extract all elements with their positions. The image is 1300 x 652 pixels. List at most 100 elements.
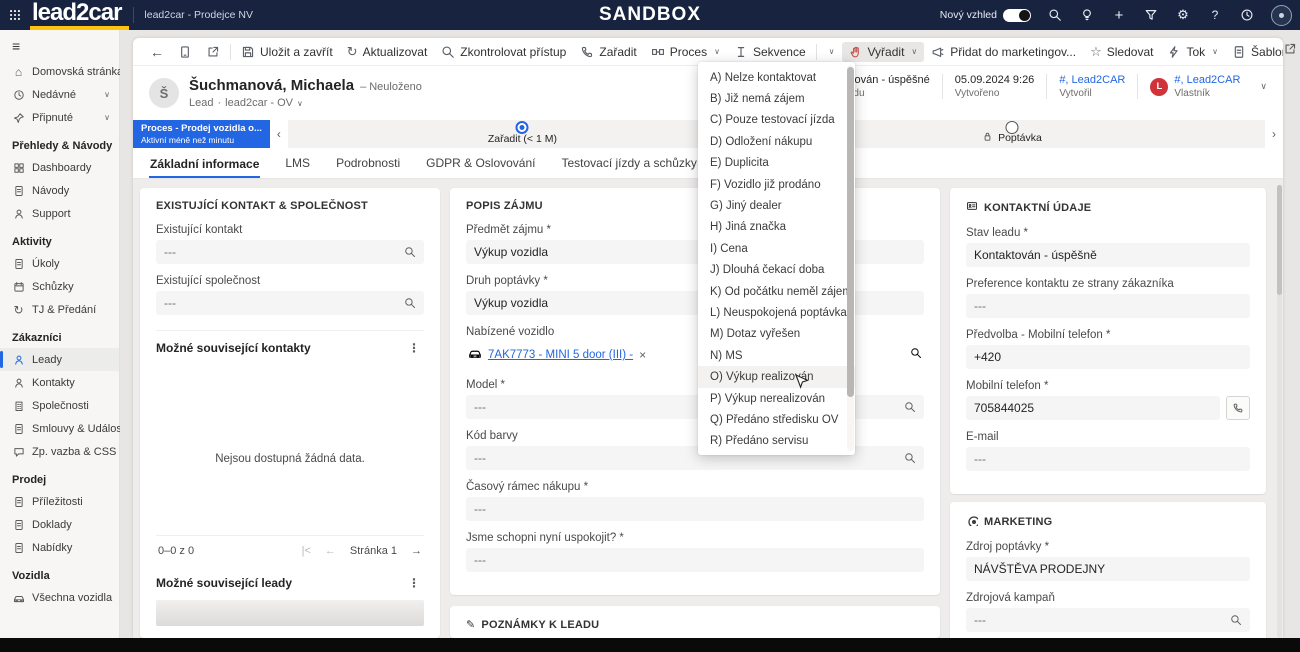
overflow-chevron-button[interactable]: ∨ bbox=[820, 44, 842, 59]
email-input[interactable]: --- bbox=[966, 447, 1250, 471]
add-to-marketing-button[interactable]: Přidat do marketingov... bbox=[924, 42, 1083, 62]
sidebar-item-contacts[interactable]: Kontakty bbox=[0, 371, 119, 394]
flow-menu-button[interactable]: Tok∨ bbox=[1160, 42, 1225, 62]
check-access-button[interactable]: Zkontrolovat přístup bbox=[434, 42, 573, 62]
first-page-icon[interactable]: |< bbox=[302, 545, 311, 557]
sidebar-item-all-vehicles[interactable]: Všechna vozidla bbox=[0, 586, 119, 609]
sidebar-item-feedback-css[interactable]: Zp. vazba & CSS bbox=[0, 440, 119, 463]
sidebar-item-home[interactable]: ⌂Domovská stránka bbox=[0, 60, 119, 83]
process-stage-active[interactable]: Zařadit (< 1 M) bbox=[288, 120, 757, 148]
save-and-close-button[interactable]: Uložit a zavřít bbox=[234, 42, 340, 62]
call-phone-icon[interactable] bbox=[1226, 396, 1250, 420]
chevron-down-icon[interactable]: ∨ bbox=[104, 90, 110, 99]
menu-item-duplicate[interactable]: E) Duplicita bbox=[698, 153, 855, 174]
open-in-new-window-button[interactable] bbox=[199, 42, 227, 62]
collapse-sidebar-icon[interactable]: ≡ bbox=[0, 30, 119, 60]
interest-subject-select[interactable]: Výkup vozidla bbox=[466, 240, 924, 264]
disqualify-menu-button[interactable]: Vyřadit∨ bbox=[842, 42, 925, 62]
sidebar-item-guides[interactable]: Návody bbox=[0, 179, 119, 202]
sidebar-item-leads[interactable]: Leady bbox=[0, 348, 119, 371]
menu-item-handed-to-ov[interactable]: Q) Předáno středisku OV bbox=[698, 409, 855, 430]
stage-scroll-right-icon[interactable]: › bbox=[1265, 120, 1283, 148]
model-lookup[interactable]: --- bbox=[466, 395, 924, 419]
lightbulb-icon[interactable] bbox=[1079, 7, 1095, 23]
tab-gdpr[interactable]: GDPR & Oslovování bbox=[425, 150, 536, 178]
form-selector-icon-button[interactable] bbox=[171, 42, 199, 62]
sidebar-item-meetings[interactable]: Schůzky bbox=[0, 275, 119, 298]
remove-vehicle-icon[interactable]: × bbox=[639, 348, 646, 362]
header-expand-chevron-icon[interactable]: ∨ bbox=[1252, 81, 1269, 92]
sidebar-item-dashboards[interactable]: Dashboardy bbox=[0, 156, 119, 179]
sidebar-item-contracts-events[interactable]: Smlouvy & Události bbox=[0, 417, 119, 440]
vehicle-record-link[interactable]: 7AK7773 - MINI 5 door (III) - bbox=[488, 349, 633, 361]
menu-item-test-drive-only[interactable]: C) Pouze testovací jízda bbox=[698, 110, 855, 131]
purchase-timeframe-select[interactable]: --- bbox=[466, 497, 924, 521]
word-templates-menu-button[interactable]: Šablony Wordu∨ bbox=[1225, 42, 1283, 62]
header-field-owner[interactable]: L #, Lead2CAR Vlastník bbox=[1137, 74, 1252, 99]
menu-item-long-wait[interactable]: J) Dlouhá čekací doba bbox=[698, 260, 855, 281]
lookup-search-icon[interactable] bbox=[404, 297, 416, 309]
lookup-search-icon[interactable] bbox=[904, 401, 916, 413]
tab-lms[interactable]: LMS bbox=[284, 150, 311, 178]
sidebar-item-tasks[interactable]: Úkoly bbox=[0, 252, 119, 275]
process-menu-button[interactable]: Proces∨ bbox=[644, 42, 727, 62]
lookup-search-icon[interactable] bbox=[904, 452, 916, 464]
tab-basic-info[interactable]: Základní informace bbox=[149, 151, 260, 179]
source-campaign-lookup[interactable]: --- bbox=[966, 608, 1250, 632]
header-field-created-by[interactable]: #, Lead2CAR Vytvořil bbox=[1046, 74, 1137, 99]
menu-item-unsatisfied-inquiry[interactable]: L) Neuspokojená poptávka bbox=[698, 302, 855, 323]
menu-item-vehicle-sold[interactable]: F) Vozidlo již prodáno bbox=[698, 174, 855, 195]
user-avatar[interactable] bbox=[1271, 5, 1292, 26]
menu-item-question-resolved[interactable]: M) Dotaz vyřešen bbox=[698, 324, 855, 345]
can-satisfy-select[interactable]: --- bbox=[466, 548, 924, 572]
sidebar-item-companies[interactable]: Společnosti bbox=[0, 394, 119, 417]
menu-item-handed-to-service[interactable]: R) Předáno servisu bbox=[698, 431, 855, 452]
menu-item-purchase-postponed[interactable]: D) Odložení nákupu bbox=[698, 131, 855, 152]
menu-item-ms[interactable]: N) MS bbox=[698, 345, 855, 366]
menu-item-cannot-contact[interactable]: A) Nelze kontaktovat bbox=[698, 67, 855, 88]
sidebar-item-quotes[interactable]: Nabídky bbox=[0, 536, 119, 559]
mobile-phone-input[interactable]: 705844025 bbox=[966, 396, 1220, 420]
stage-scroll-left-icon[interactable]: ‹ bbox=[270, 120, 288, 148]
chevron-down-icon[interactable]: ∨ bbox=[297, 99, 303, 108]
side-pane-icon[interactable] bbox=[1283, 42, 1297, 61]
existing-company-lookup[interactable]: --- bbox=[156, 291, 424, 315]
scrollbar-thumb[interactable] bbox=[1277, 185, 1282, 295]
color-code-lookup[interactable]: --- bbox=[466, 446, 924, 470]
lookup-search-icon[interactable] bbox=[404, 246, 416, 258]
app-logo[interactable]: lead2car bbox=[30, 0, 129, 30]
menu-item-no-longer-interested[interactable]: B) Již nemá zájem bbox=[698, 88, 855, 109]
tab-testdrives[interactable]: Testovací jízdy a schůzky bbox=[560, 150, 697, 178]
session-history-icon[interactable] bbox=[1239, 7, 1255, 23]
menu-scrollbar-thumb[interactable] bbox=[847, 67, 854, 397]
menu-item-never-interested[interactable]: K) Od počátku neměl zájem bbox=[698, 281, 855, 302]
sequence-menu-button[interactable]: Sekvence bbox=[727, 42, 813, 62]
phone-prefix-input[interactable]: +420 bbox=[966, 345, 1250, 369]
tab-details[interactable]: Podrobnosti bbox=[335, 150, 401, 178]
inquiry-type-select[interactable]: Výkup vozidla bbox=[466, 291, 924, 315]
menu-item-other-brand[interactable]: H) Jiná značka bbox=[698, 217, 855, 238]
sidebar-item-documents[interactable]: Doklady bbox=[0, 513, 119, 536]
existing-contact-lookup[interactable]: --- bbox=[156, 240, 424, 264]
sidebar-item-pinned[interactable]: Připnuté∨ bbox=[0, 106, 119, 129]
back-button[interactable]: ← bbox=[143, 41, 171, 63]
filter-icon[interactable] bbox=[1143, 7, 1159, 23]
refresh-button[interactable]: ↻Aktualizovat bbox=[340, 41, 435, 63]
process-name-chip[interactable]: Proces - Prodej vozidla o... Aktivní mén… bbox=[133, 120, 270, 148]
lookup-search-icon[interactable] bbox=[1230, 614, 1242, 626]
form-scrollbar[interactable] bbox=[1277, 185, 1282, 638]
offered-vehicle-lookup[interactable]: 7AK7773 - MINI 5 door (III) - × bbox=[466, 342, 924, 368]
enqueue-button[interactable]: Zařadit bbox=[573, 42, 643, 62]
menu-item-buyback-completed[interactable]: O) Výkup realizován bbox=[698, 366, 855, 387]
lead-status-select[interactable]: Kontaktován - úspěšně bbox=[966, 243, 1250, 267]
form-selector[interactable]: lead2car - OV bbox=[225, 97, 293, 109]
previous-page-icon[interactable]: ← bbox=[325, 545, 336, 557]
inquiry-source-select[interactable]: NÁVŠTĚVA PRODEJNY bbox=[966, 557, 1250, 581]
menu-item-buyback-not-completed[interactable]: P) Výkup nerealizován bbox=[698, 388, 855, 409]
menu-scrollbar[interactable] bbox=[847, 65, 854, 451]
menu-item-price[interactable]: I) Cena bbox=[698, 238, 855, 259]
next-page-icon[interactable]: → bbox=[411, 545, 422, 557]
new-look-toggle[interactable] bbox=[1003, 9, 1031, 22]
chevron-down-icon[interactable]: ∨ bbox=[104, 113, 110, 122]
sidebar-item-opportunities[interactable]: Příležitosti bbox=[0, 490, 119, 513]
